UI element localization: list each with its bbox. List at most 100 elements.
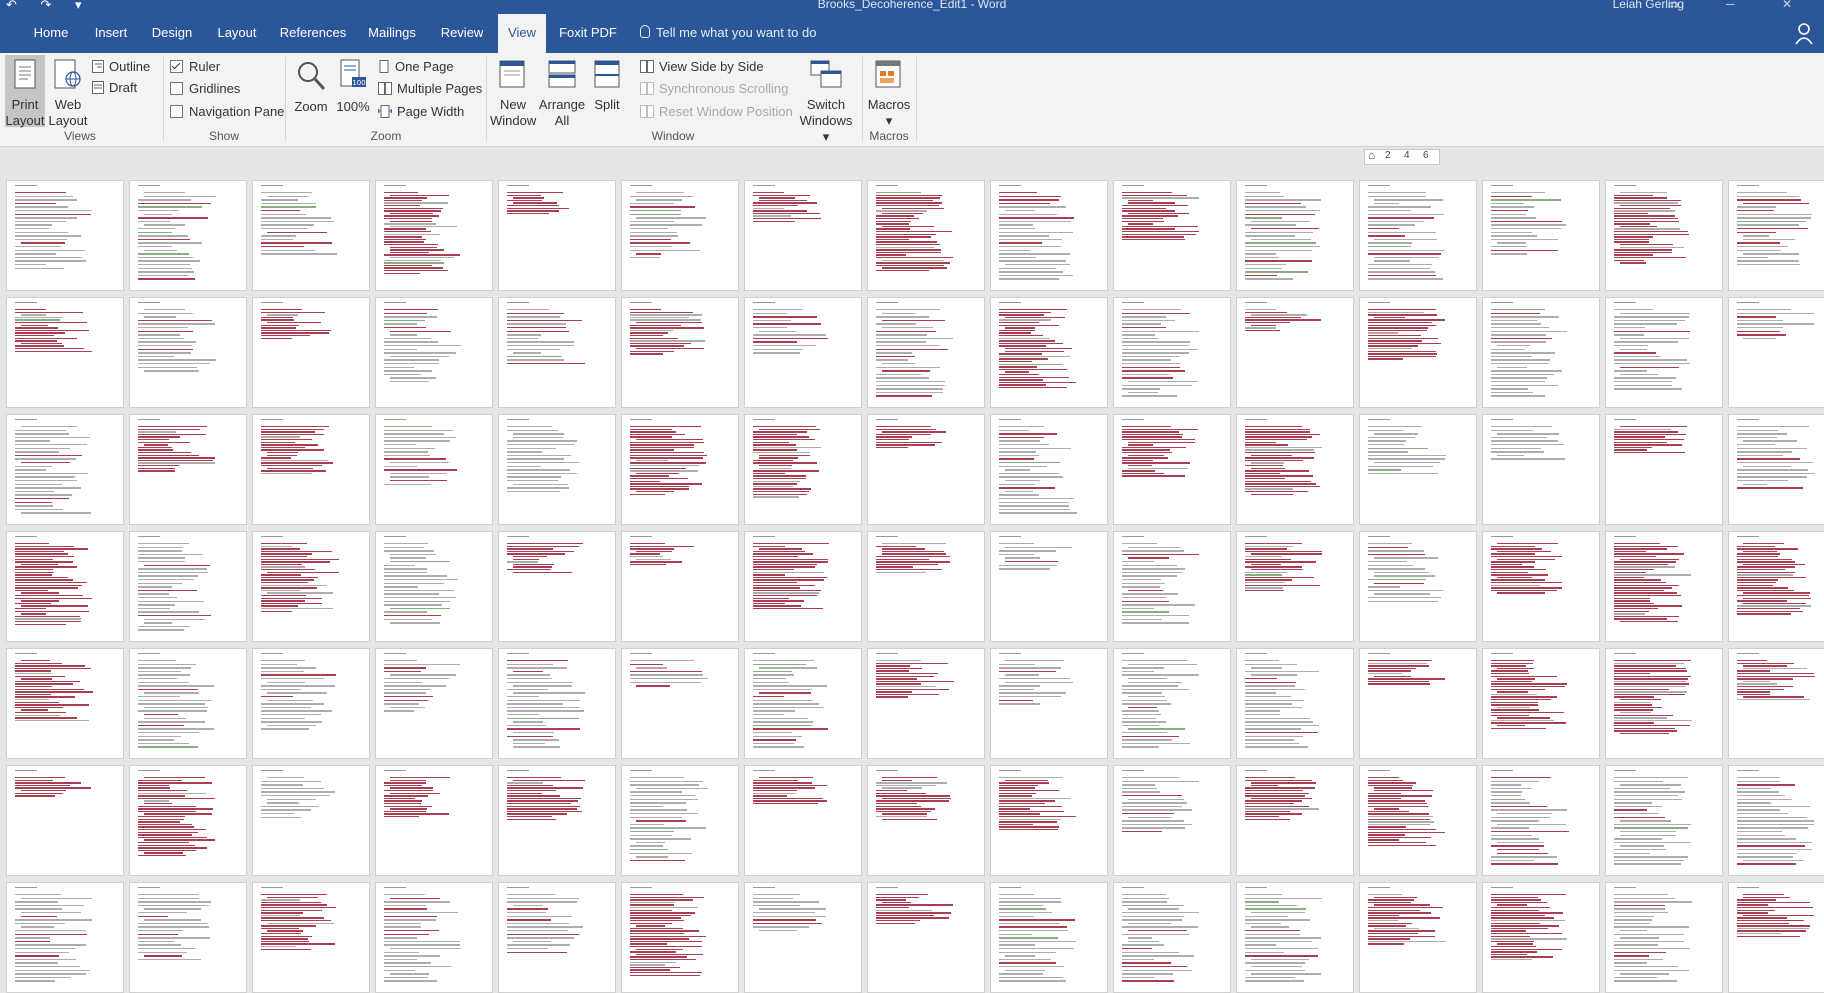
page-thumbnail[interactable] bbox=[1236, 531, 1354, 642]
page-thumbnail[interactable] bbox=[1359, 648, 1477, 759]
page-thumbnail[interactable] bbox=[375, 765, 493, 876]
page-thumbnail[interactable] bbox=[744, 882, 862, 993]
page-thumbnail[interactable] bbox=[1728, 765, 1824, 876]
page-thumbnail[interactable] bbox=[1482, 765, 1600, 876]
page-thumbnail[interactable] bbox=[129, 882, 247, 993]
page-thumbnail[interactable] bbox=[1728, 648, 1824, 759]
page-thumbnail[interactable] bbox=[744, 180, 862, 291]
page-thumbnail[interactable] bbox=[990, 414, 1108, 525]
page-thumbnail[interactable] bbox=[252, 882, 370, 993]
page-thumbnail[interactable] bbox=[6, 414, 124, 525]
arrange-all-button[interactable]: Arrange All bbox=[538, 55, 586, 128]
page-thumbnail[interactable] bbox=[498, 180, 616, 291]
page-thumbnail[interactable] bbox=[6, 648, 124, 759]
ruler-checkbox[interactable]: Ruler bbox=[170, 57, 220, 77]
switch-windows-button[interactable]: Switch Windows ▾ bbox=[796, 55, 856, 144]
page-thumbnail[interactable] bbox=[1605, 531, 1723, 642]
page-thumbnail[interactable] bbox=[867, 531, 985, 642]
page-thumbnail[interactable] bbox=[375, 531, 493, 642]
draft-button[interactable]: Draft bbox=[92, 78, 137, 98]
page-thumbnail[interactable] bbox=[129, 414, 247, 525]
page-thumbnail[interactable] bbox=[621, 882, 739, 993]
tab-review[interactable]: Review bbox=[436, 14, 488, 53]
navigation-pane-checkbox[interactable]: Navigation Pane bbox=[170, 102, 284, 122]
page-thumbnail[interactable] bbox=[6, 297, 124, 408]
page-thumbnail[interactable] bbox=[1359, 531, 1477, 642]
page-thumbnail[interactable] bbox=[6, 531, 124, 642]
page-thumbnail[interactable] bbox=[1359, 180, 1477, 291]
page-thumbnail[interactable] bbox=[1113, 531, 1231, 642]
page-thumbnail[interactable] bbox=[867, 297, 985, 408]
view-side-by-side-button[interactable]: View Side by Side bbox=[640, 57, 764, 77]
page-thumbnail[interactable] bbox=[1359, 882, 1477, 993]
page-thumbnail[interactable] bbox=[1482, 297, 1600, 408]
macros-button[interactable]: Macros ▾ bbox=[866, 55, 912, 128]
page-thumbnail[interactable] bbox=[1113, 297, 1231, 408]
page-thumbnail[interactable] bbox=[6, 882, 124, 993]
page-thumbnail[interactable] bbox=[1482, 648, 1600, 759]
page-thumbnail[interactable] bbox=[867, 882, 985, 993]
page-thumbnail[interactable] bbox=[252, 648, 370, 759]
page-thumbnail[interactable] bbox=[744, 531, 862, 642]
page-thumbnail[interactable] bbox=[1482, 882, 1600, 993]
horizontal-ruler[interactable]: ⌂ 2 4 6 bbox=[1364, 148, 1440, 165]
tab-mailings[interactable]: Mailings bbox=[362, 14, 422, 53]
tab-home[interactable]: Home bbox=[28, 14, 74, 53]
page-thumbnail[interactable] bbox=[1728, 531, 1824, 642]
page-thumbnail[interactable] bbox=[1113, 180, 1231, 291]
page-thumbnail[interactable] bbox=[375, 648, 493, 759]
tab-layout[interactable]: Layout bbox=[212, 14, 262, 53]
page-thumbnail[interactable] bbox=[867, 765, 985, 876]
page-thumbnail[interactable] bbox=[1728, 180, 1824, 291]
page-thumbnail[interactable] bbox=[498, 882, 616, 993]
page-thumbnail[interactable] bbox=[129, 648, 247, 759]
reset-window-position-button[interactable]: Reset Window Position bbox=[640, 102, 793, 122]
indent-marker-icon[interactable]: ⌂ bbox=[1368, 148, 1375, 162]
page-thumbnail[interactable] bbox=[1236, 180, 1354, 291]
page-thumbnail[interactable] bbox=[6, 180, 124, 291]
page-thumbnail[interactable] bbox=[375, 297, 493, 408]
new-window-button[interactable]: New Window bbox=[490, 55, 536, 128]
page-thumbnail[interactable] bbox=[867, 648, 985, 759]
page-thumbnail[interactable] bbox=[990, 765, 1108, 876]
page-thumbnail[interactable] bbox=[1605, 297, 1723, 408]
page-thumbnail[interactable] bbox=[1482, 414, 1600, 525]
page-thumbnail[interactable] bbox=[1482, 531, 1600, 642]
outline-button[interactable]: Outline bbox=[92, 57, 150, 77]
page-thumbnail[interactable] bbox=[252, 531, 370, 642]
page-thumbnail[interactable] bbox=[744, 648, 862, 759]
page-thumbnail[interactable] bbox=[129, 765, 247, 876]
page-thumbnail[interactable] bbox=[1605, 180, 1723, 291]
page-thumbnail[interactable] bbox=[129, 180, 247, 291]
zoom-button[interactable]: Zoom bbox=[290, 55, 332, 127]
page-thumbnail[interactable] bbox=[867, 180, 985, 291]
page-thumbnail[interactable] bbox=[252, 414, 370, 525]
page-thumbnail[interactable] bbox=[744, 765, 862, 876]
page-thumbnail[interactable] bbox=[129, 531, 247, 642]
page-thumbnail[interactable] bbox=[1359, 765, 1477, 876]
page-thumbnail[interactable] bbox=[498, 297, 616, 408]
zoom-100-button[interactable]: 100 100% bbox=[334, 55, 372, 127]
page-thumbnail[interactable] bbox=[498, 414, 616, 525]
page-thumbnail[interactable] bbox=[621, 531, 739, 642]
page-thumbnail[interactable] bbox=[1236, 648, 1354, 759]
page-thumbnail[interactable] bbox=[1728, 297, 1824, 408]
tab-insert[interactable]: Insert bbox=[88, 14, 134, 53]
page-thumbnail[interactable] bbox=[990, 180, 1108, 291]
page-thumbnail[interactable] bbox=[498, 531, 616, 642]
page-thumbnail[interactable] bbox=[1728, 414, 1824, 525]
page-thumbnail[interactable] bbox=[498, 648, 616, 759]
page-thumbnail[interactable] bbox=[744, 297, 862, 408]
document-pages-area[interactable] bbox=[0, 172, 1824, 993]
tab-design[interactable]: Design bbox=[148, 14, 196, 53]
page-thumbnail[interactable] bbox=[1605, 414, 1723, 525]
page-thumbnail[interactable] bbox=[375, 180, 493, 291]
tab-references[interactable]: References bbox=[278, 14, 348, 53]
page-thumbnail[interactable] bbox=[252, 180, 370, 291]
page-thumbnail[interactable] bbox=[990, 648, 1108, 759]
page-thumbnail[interactable] bbox=[1236, 414, 1354, 525]
print-layout-button[interactable]: Print Layout bbox=[5, 55, 45, 128]
page-thumbnail[interactable] bbox=[375, 414, 493, 525]
page-thumbnail[interactable] bbox=[1605, 765, 1723, 876]
page-thumbnail[interactable] bbox=[1359, 414, 1477, 525]
